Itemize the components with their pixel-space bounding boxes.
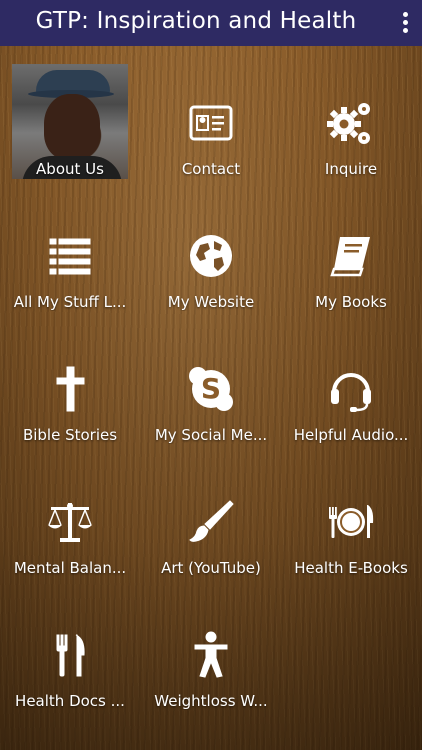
tile-label: Health E-Books — [294, 559, 408, 577]
cutlery-icon — [45, 630, 95, 680]
cross-icon — [45, 364, 95, 414]
tile-all-my-stuff[interactable]: All My Stuff L... — [0, 179, 140, 312]
headset-icon — [326, 364, 376, 414]
app-header: GTP: Inspiration and Health — [0, 0, 422, 46]
tile-health-docs[interactable]: Health Docs ... — [0, 578, 140, 711]
plate-cutlery-icon — [326, 497, 376, 547]
tile-helpful-audio[interactable]: Helpful Audio... — [281, 312, 421, 445]
tile-label: Inquire — [324, 160, 378, 178]
tile-grid: About Us Contact Inquire All My Stuff L.… — [0, 46, 422, 750]
tile-label: Mental Balan... — [13, 559, 127, 577]
tile-label: Health Docs ... — [15, 692, 125, 710]
tile-art-youtube[interactable]: Art (YouTube) — [141, 445, 281, 578]
app-title: GTP: Inspiration and Health — [35, 8, 357, 34]
book-icon — [326, 231, 376, 281]
contact-card-icon — [186, 98, 236, 148]
tile-my-website[interactable]: My Website — [141, 179, 281, 312]
overflow-menu-icon[interactable] — [400, 10, 410, 34]
tile-label: Contact — [181, 160, 241, 178]
tile-my-books[interactable]: My Books — [281, 179, 421, 312]
tile-label: My Books — [315, 293, 387, 311]
person-icon — [186, 630, 236, 680]
paintbrush-icon — [186, 497, 236, 547]
scales-icon — [45, 497, 95, 547]
tile-label: Weightloss W... — [154, 692, 268, 710]
tile-label: Bible Stories — [22, 426, 118, 444]
tile-mental-balance[interactable]: Mental Balan... — [0, 445, 140, 578]
tile-label: My Social Me... — [154, 426, 268, 444]
tile-contact[interactable]: Contact — [141, 46, 281, 179]
tile-my-social-media[interactable]: S My Social Me... — [141, 312, 281, 445]
tile-weightloss[interactable]: Weightloss W... — [141, 578, 281, 711]
tile-about-us[interactable]: About Us — [0, 46, 140, 179]
list-icon — [45, 231, 95, 281]
tile-health-e-books[interactable]: Health E-Books — [281, 445, 421, 578]
skype-icon: S — [186, 364, 236, 414]
tile-label: About Us — [36, 160, 104, 178]
tile-label: My Website — [167, 293, 255, 311]
tile-bible-stories[interactable]: Bible Stories — [0, 312, 140, 445]
globe-icon — [186, 231, 236, 281]
gears-icon — [326, 98, 376, 148]
tile-label: Helpful Audio... — [293, 426, 409, 444]
tile-label: Art (YouTube) — [161, 559, 261, 577]
svg-text:S: S — [201, 372, 221, 405]
tile-label: All My Stuff L... — [13, 293, 127, 311]
tile-inquire[interactable]: Inquire — [281, 46, 421, 179]
